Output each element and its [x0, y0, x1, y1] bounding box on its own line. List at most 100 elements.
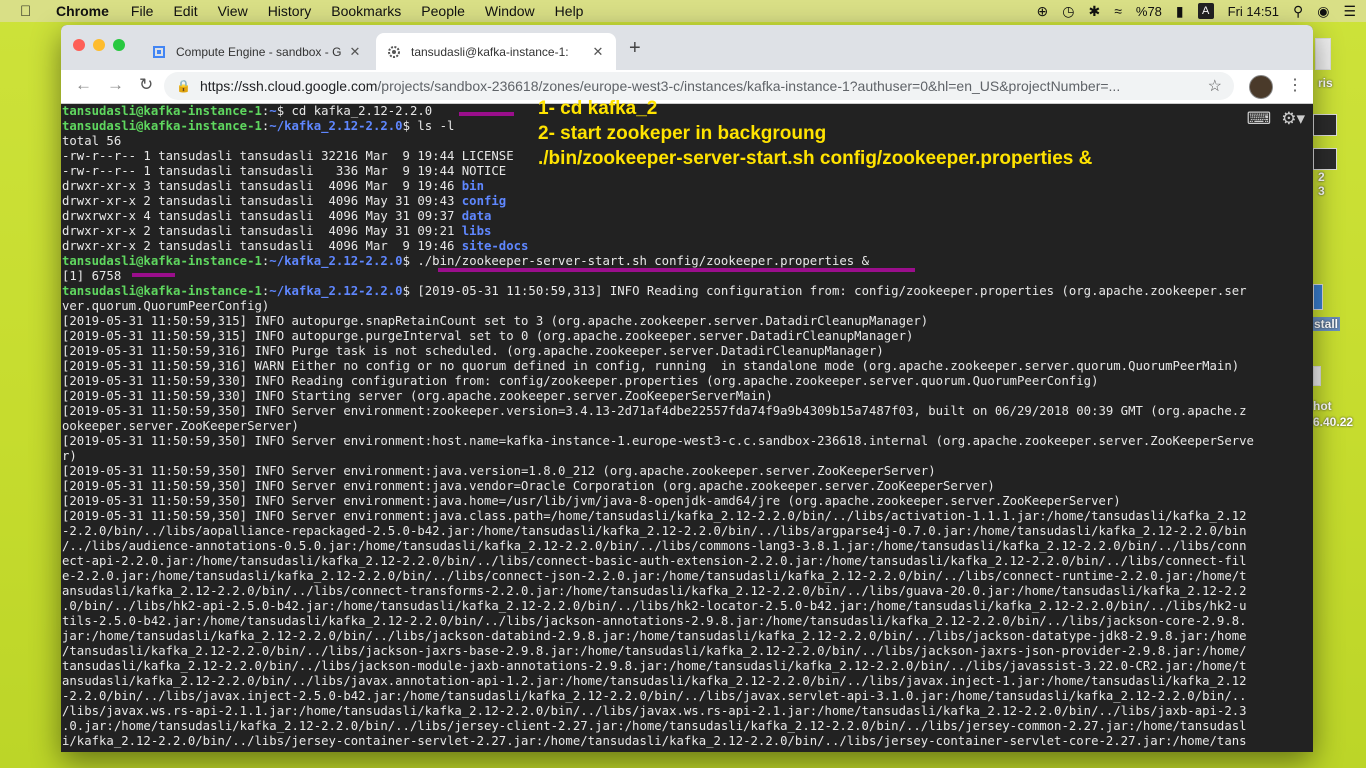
tab-compute-engine[interactable]: Compute Engine - sandbox - G ✕	[141, 33, 373, 70]
desktop-file-icon[interactable]	[1315, 38, 1331, 70]
new-tab-button[interactable]: +	[629, 37, 641, 60]
log-line: [2019-05-31 11:50:59,350] INFO Server en…	[62, 464, 936, 478]
prompt-path: ~	[269, 104, 277, 118]
log-line: tils-2.5.0-b42.jar:/home/tansudasli/kafk…	[62, 614, 1247, 628]
log-line: tansudasli/kafka_2.12-2.2.0/bin/../libs/…	[62, 659, 1247, 673]
desktop-label[interactable]: stall	[1312, 317, 1341, 331]
ls-meta: drwxr-xr-x 2 tansudasli tansudasli 4096 …	[62, 224, 462, 238]
log-line: /tansudasli/kafka_2.12-2.2.0/bin/../libs…	[62, 644, 1247, 658]
ls-row: drwxr-xr-x 3 tansudasli tansudasli 4096 …	[62, 179, 1313, 194]
annotation-line: ./bin/zookeeper-server-start.sh config/z…	[538, 148, 1093, 169]
desktop-screenshot-thumb[interactable]	[1313, 114, 1337, 136]
sync-icon[interactable]: ⊕	[1037, 3, 1049, 20]
log-line: [2019-05-31 11:50:59,350] INFO Server en…	[62, 494, 1121, 508]
tab-title: Compute Engine - sandbox - G	[176, 44, 342, 59]
menubar-clock[interactable]: Fri 14:51	[1228, 4, 1279, 19]
log-line: [2019-05-31 11:50:59,350] INFO Server en…	[62, 434, 1254, 448]
ls-row: drwxrwxr-x 4 tansudasli tansudasli 4096 …	[62, 209, 1313, 224]
ls-meta: drwxr-xr-x 2 tansudasli tansudasli 4096 …	[62, 239, 462, 253]
log-line: e-2.2.0.jar:/home/tansudasli/kafka_2.12-…	[62, 569, 1247, 583]
annotation-line: 1- cd kafka_2	[538, 98, 658, 119]
close-tab-icon[interactable]: ✕	[347, 44, 363, 60]
keyboard-icon[interactable]: ⌨	[1247, 111, 1272, 128]
log-line: -2.2.0/bin/../libs/aopalliance-repackage…	[62, 524, 1247, 538]
prompt-path: ~/kafka_2.12-2.2.0	[269, 284, 403, 298]
ssh-terminal[interactable]: ⌨ ⚙▾ tansudasli@kafka-instance-1:~$ cd k…	[61, 104, 1313, 752]
command-text: ./bin/zookeeper-server-start.sh config/z…	[409, 254, 869, 268]
menubar-item-view[interactable]: View	[218, 3, 248, 19]
menubar-item-bookmarks[interactable]: Bookmarks	[331, 3, 401, 19]
bluetooth-icon[interactable]: ✱	[1088, 3, 1100, 20]
close-tab-icon[interactable]: ✕	[590, 44, 606, 60]
menubar-item-people[interactable]: People	[421, 3, 465, 19]
menubar-item-window[interactable]: Window	[485, 3, 535, 19]
menubar-app-name[interactable]: Chrome	[56, 3, 109, 19]
url-path: /projects/sandbox-236618/zones/europe-we…	[377, 78, 1121, 94]
ls-meta: -rw-r--r-- 1 tansudasli tansudasli 32216…	[62, 149, 462, 163]
prompt-path: ~/kafka_2.12-2.2.0	[269, 254, 403, 268]
log-line: [2019-05-31 11:50:59,316] WARN Either no…	[62, 359, 1240, 373]
desktop-installer-icon[interactable]	[1313, 284, 1323, 310]
log-line: [2019-05-31 11:50:59,330] INFO Reading c…	[62, 374, 1099, 388]
ls-dirname: site-docs	[461, 239, 529, 253]
desktop-label[interactable]: hot	[1313, 399, 1332, 413]
log-line: .0/bin/../libs/hk2-api-2.5.0-b42.jar:/ho…	[62, 599, 1247, 613]
terminal-line: tansudasli@kafka-instance-1:~/kafka_2.12…	[62, 254, 869, 268]
notification-center-icon[interactable]: ☰	[1343, 3, 1356, 20]
url-text[interactable]: https://ssh.cloud.google.com/projects/sa…	[200, 78, 1208, 94]
log-line: [2019-05-31 11:50:59,330] INFO Starting …	[62, 389, 773, 403]
bookmark-star-icon[interactable]: ☆	[1208, 76, 1222, 96]
wifi-icon[interactable]: ≈	[1114, 3, 1122, 19]
desktop-label[interactable]: ris	[1318, 76, 1333, 90]
chrome-menu-icon[interactable]: ⋮	[1287, 75, 1303, 95]
reload-icon[interactable]: ↻	[139, 75, 153, 95]
desktop-screenshot-thumb[interactable]	[1313, 148, 1337, 170]
settings-gear-icon[interactable]: ⚙▾	[1281, 111, 1305, 128]
ls-row: drwxr-xr-x 2 tansudasli tansudasli 4096 …	[62, 194, 1313, 209]
lock-icon[interactable]: 🔒	[176, 79, 191, 93]
terminal-line: tansudasli@kafka-instance-1:~/kafka_2.12…	[62, 284, 1247, 298]
profile-avatar[interactable]	[1249, 75, 1273, 99]
log-line: ver.quorum.QuorumPeerConfig)	[62, 299, 270, 313]
annotation-line: 2- start zookeper in backgroung	[538, 123, 827, 144]
input-source-indicator[interactable]: A	[1197, 3, 1214, 19]
log-line: jar:/home/tansudasli/kafka_2.12-2.2.0/bi…	[62, 629, 1247, 643]
ls-meta: -rw-r--r-- 1 tansudasli tansudasli 336 M…	[62, 164, 462, 178]
menubar-item-help[interactable]: Help	[555, 3, 584, 19]
battery-icon[interactable]: ▮	[1176, 3, 1184, 20]
back-arrow-icon[interactable]: ←	[75, 75, 92, 95]
menubar-item-file[interactable]: File	[131, 3, 154, 19]
log-line: ansudasli/kafka_2.12-2.2.0/bin/../libs/c…	[62, 584, 1247, 598]
spotlight-search-icon[interactable]: ⚲	[1293, 3, 1303, 20]
tab-ssh-terminal[interactable]: tansudasli@kafka-instance-1: ✕	[376, 33, 616, 70]
window-zoom-button[interactable]	[113, 39, 125, 51]
log-line: -2.2.0/bin/../libs/javax.inject-2.5.0-b4…	[62, 689, 1247, 703]
menubar-item-history[interactable]: History	[268, 3, 312, 19]
window-minimize-button[interactable]	[93, 39, 105, 51]
desktop-label[interactable]: 3	[1318, 184, 1325, 198]
apple-icon[interactable]: 	[20, 3, 36, 20]
desktop-label[interactable]: 6.40.22	[1313, 415, 1353, 429]
macos-menubar:  Chrome File Edit View History Bookmark…	[0, 0, 1366, 22]
log-line: r)	[62, 449, 77, 463]
terminal-toolbar: ⌨ ⚙▾	[1247, 111, 1305, 128]
command-text: ls -l	[409, 119, 455, 133]
menubar-item-edit[interactable]: Edit	[173, 3, 197, 19]
ls-dirname: bin	[461, 179, 484, 193]
command-text: cd kafka_2.12-2.2.0	[284, 104, 433, 118]
battery-percent[interactable]: %78	[1136, 4, 1162, 19]
window-close-button[interactable]	[73, 39, 85, 51]
log-text: [2019-05-31 11:50:59,313] INFO Reading c…	[409, 284, 1247, 298]
user-avatar-icon[interactable]: ◉	[1317, 3, 1329, 20]
desktop-label[interactable]: 2	[1318, 170, 1325, 184]
log-line: [2019-05-31 11:50:59,315] INFO autopurge…	[62, 329, 914, 343]
log-line: ect-api-2.2.0.jar:/home/tansudasli/kafka…	[62, 554, 1247, 568]
forward-arrow-icon[interactable]: →	[107, 75, 124, 95]
prompt-user: tansudasli@kafka-instance-1	[62, 104, 262, 118]
gear-icon	[386, 44, 402, 60]
log-line: /../libs/audience-annotations-0.5.0.jar:…	[62, 539, 1247, 553]
log-line: [2019-05-31 11:50:59,315] INFO autopurge…	[62, 314, 929, 328]
ls-filename: NOTICE	[461, 164, 507, 178]
time-machine-icon[interactable]: ◷	[1062, 3, 1074, 20]
desktop-file-icon[interactable]	[1313, 366, 1321, 386]
